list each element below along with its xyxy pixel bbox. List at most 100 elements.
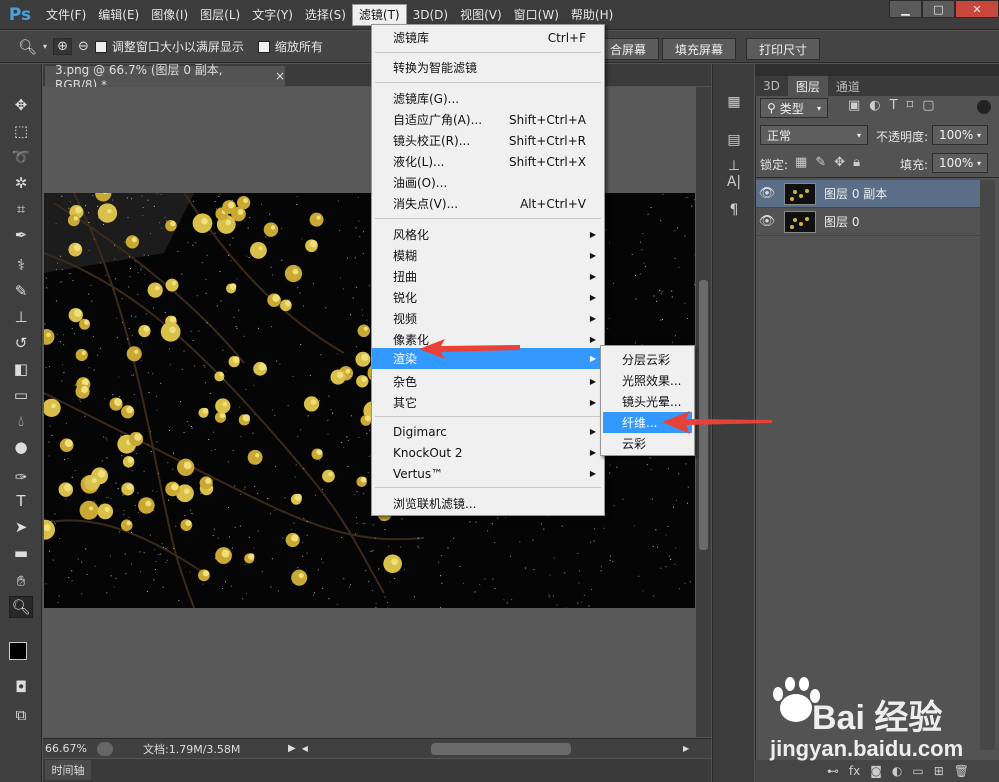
scroll-left-icon[interactable]: ◀: [302, 744, 308, 753]
zoom-level[interactable]: 66.67%: [45, 742, 97, 755]
menu-filter[interactable]: 滤镜(T): [351, 3, 407, 26]
pen-tool-icon[interactable]: ✑: [9, 466, 33, 488]
tab-3d[interactable]: 3D: [755, 76, 788, 96]
menu-item-lighting-effects[interactable]: 光照效果...: [603, 370, 692, 391]
rectangle-tool-icon[interactable]: ▬: [9, 542, 33, 564]
paragraph-icon[interactable]: ¶: [723, 200, 745, 220]
menu-item-filter-gallery[interactable]: 滤镜库(G)...: [372, 88, 604, 109]
zoom-tool-icon[interactable]: 🔍︎: [9, 596, 33, 618]
histogram-icon[interactable]: ▦: [723, 92, 745, 112]
menu-edit[interactable]: 编辑(E): [92, 4, 145, 26]
menu-image[interactable]: 图像(I): [145, 4, 194, 26]
move-tool-icon[interactable]: ✥: [9, 94, 33, 116]
menu-item-sharpen[interactable]: 锐化 ▶: [372, 287, 604, 308]
menu-type[interactable]: 文字(Y): [246, 4, 299, 26]
hand-tool-icon[interactable]: ✋︎: [9, 570, 33, 592]
menu-item-noise[interactable]: 杂色 ▶: [372, 371, 604, 392]
menu-item-browse-online-filters[interactable]: 浏览联机滤镜...: [372, 493, 604, 514]
fit-screen-button[interactable]: 合屏幕: [597, 38, 660, 60]
lasso-tool-icon[interactable]: ➰: [9, 146, 33, 168]
character-icon[interactable]: A|: [723, 172, 745, 192]
visibility-eye-icon[interactable]: 👁︎: [756, 186, 778, 201]
timeline-tab[interactable]: 时间轴: [45, 760, 91, 780]
menu-view[interactable]: 视图(V): [454, 4, 508, 26]
opacity-input[interactable]: 100% ▾: [932, 125, 988, 145]
menu-item-liquify[interactable]: 液化(L)... Shift+Ctrl+X: [372, 151, 604, 172]
layer-row[interactable]: 👁︎ 图层 0 副本: [756, 180, 980, 208]
zoom-in-icon[interactable]: ⊕: [53, 38, 72, 55]
menu-3d[interactable]: 3D(D): [407, 4, 454, 26]
zoom-all-option[interactable]: 缩放所有: [257, 38, 323, 55]
folder-icon[interactable]: ▭: [912, 764, 923, 778]
menu-item-lens-correction[interactable]: 镜头校正(R)... Shift+Ctrl+R: [372, 130, 604, 151]
marquee-tool-icon[interactable]: ⬚: [9, 120, 33, 142]
dodge-tool-icon[interactable]: ●: [9, 436, 33, 458]
close-tab-icon[interactable]: ×: [275, 69, 285, 83]
menu-item-video[interactable]: 视频 ▶: [372, 308, 604, 329]
eraser-tool-icon[interactable]: ◧: [9, 358, 33, 380]
clone-stamp-tool-icon[interactable]: ⊥: [9, 306, 33, 328]
menu-item-filter-gallery-last[interactable]: 滤镜库 Ctrl+F: [372, 27, 604, 48]
menu-file[interactable]: 文件(F): [40, 4, 92, 26]
maximize-button[interactable]: □: [922, 0, 955, 18]
type-tool-icon[interactable]: T: [9, 490, 33, 512]
blur-tool-icon[interactable]: 💧︎: [9, 410, 33, 432]
zoom-all-checkbox[interactable]: [257, 40, 270, 53]
layer-name[interactable]: 图层 0 副本: [824, 185, 887, 202]
close-window-button[interactable]: ✕: [955, 0, 999, 18]
menu-item-oil-paint[interactable]: 油画(O)...: [372, 172, 604, 193]
visibility-eye-icon[interactable]: 👁︎: [756, 214, 778, 229]
path-selection-tool-icon[interactable]: ➤: [9, 516, 33, 538]
eyedropper-tool-icon[interactable]: ✒: [9, 224, 33, 246]
layer-name[interactable]: 图层 0: [824, 213, 859, 230]
status-info-icon[interactable]: [97, 741, 113, 756]
gradient-tool-icon[interactable]: ▭: [9, 384, 33, 406]
tab-channels[interactable]: 通道: [828, 76, 868, 96]
menu-item-difference-clouds[interactable]: 分层云彩: [603, 349, 692, 370]
crop-tool-icon[interactable]: ⌗: [9, 198, 33, 220]
foreground-color-swatch[interactable]: [9, 642, 27, 660]
chevron-down-icon[interactable]: ▾: [43, 42, 47, 51]
lock-icons[interactable]: ▦✎✥🔒︎: [795, 155, 868, 170]
menu-select[interactable]: 选择(S): [299, 4, 352, 26]
trash-icon[interactable]: 🗑︎: [954, 764, 969, 778]
menu-item-digimarc[interactable]: Digimarc ▶: [372, 421, 604, 442]
quick-mask-icon[interactable]: ◘: [9, 676, 33, 698]
menu-item-vertus[interactable]: Vertus™ ▶: [372, 463, 604, 484]
menu-item-stylize[interactable]: 风格化 ▶: [372, 224, 604, 245]
menu-item-vanishing-point[interactable]: 消失点(V)... Alt+Ctrl+V: [372, 193, 604, 214]
tab-layers[interactable]: 图层: [787, 76, 828, 96]
filter-toggle[interactable]: [977, 100, 991, 114]
minimize-button[interactable]: ▁: [889, 0, 922, 18]
new-layer-icon[interactable]: ⊞: [934, 764, 944, 778]
healing-brush-tool-icon[interactable]: ⚕: [9, 254, 33, 276]
horizontal-scroll-thumb[interactable]: [431, 742, 571, 755]
fill-input[interactable]: 100% ▾: [932, 153, 988, 173]
magic-wand-tool-icon[interactable]: ✲: [9, 172, 33, 194]
link-icon[interactable]: ⊷: [827, 764, 839, 778]
document-tab[interactable]: 3.png @ 66.7% (图层 0 副本, RGB/8) * ×: [45, 63, 285, 92]
menu-item-convert-smart-filter[interactable]: 转换为智能滤镜: [372, 57, 604, 78]
brush-presets-icon[interactable]: ▤: [723, 130, 745, 150]
menu-window[interactable]: 窗口(W): [508, 4, 565, 26]
layers-scrollbar[interactable]: [980, 180, 995, 750]
screen-mode-icon[interactable]: ⧉: [9, 704, 33, 726]
history-brush-tool-icon[interactable]: ↺: [9, 332, 33, 354]
menu-item-adaptive-wide-angle[interactable]: 自适应广角(A)... Shift+Ctrl+A: [372, 109, 604, 130]
menu-layer[interactable]: 图层(L): [194, 4, 246, 26]
zoom-out-icon[interactable]: ⊖: [78, 39, 89, 54]
blend-mode-select[interactable]: 正常 ▾: [760, 125, 868, 145]
zoom-tool-icon[interactable]: 🔍︎: [18, 38, 37, 56]
adjustment-icon[interactable]: ◐: [892, 764, 902, 778]
resize-windows-option[interactable]: 调整窗口大小以满屏显示: [94, 38, 244, 55]
layer-filter-icons[interactable]: ▣◐T⌑▢: [848, 98, 944, 113]
menu-item-blur[interactable]: 模糊 ▶: [372, 245, 604, 266]
menu-item-knockout[interactable]: KnockOut 2 ▶: [372, 442, 604, 463]
layer-row[interactable]: 👁︎ 图层 0: [756, 208, 980, 236]
print-size-button[interactable]: 打印尺寸: [746, 38, 821, 60]
scroll-right-icon[interactable]: ▶: [683, 744, 689, 753]
layer-filter-select[interactable]: ⚲ 类型 ▾: [760, 98, 828, 118]
fill-screen-button[interactable]: 填充屏幕: [662, 38, 737, 60]
resize-windows-checkbox[interactable]: [94, 40, 107, 53]
menu-item-distort[interactable]: 扭曲 ▶: [372, 266, 604, 287]
